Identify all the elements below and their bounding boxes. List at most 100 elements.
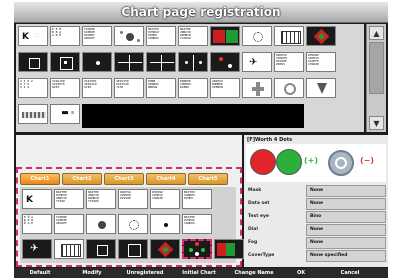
v-line (129, 55, 130, 71)
chart-thumb-dots-cluster[interactable] (114, 26, 144, 46)
unregistered-button[interactable]: Unregistered (120, 268, 170, 278)
dot-cluster (98, 221, 106, 229)
chart-text: E E Θ B B A A B Θ (52, 27, 62, 37)
chart-thumb-text-8[interactable]: ERRHKE CHKEBV RSENO (178, 78, 208, 98)
chart-text: DHVONZ SZHKVO ACDEFK CHSRZD (308, 53, 319, 66)
chart-thumb-triangle[interactable] (306, 78, 336, 98)
cross-cylinder-tool[interactable]: (+) (−) (304, 148, 384, 178)
red-half (217, 243, 226, 256)
tab-chart2[interactable]: Chart2 (62, 173, 102, 185)
green-dot (189, 248, 193, 252)
attr-value-cover-type[interactable]: None specified (306, 250, 386, 262)
chart-thumb-text-6[interactable]: DHVONZ SZHKVO ACDEFK CHSRZD (306, 52, 336, 72)
tab-chart5[interactable]: Chart5 (188, 173, 228, 185)
chart-thumb-numbers[interactable]: 4 5 8 2 6 3 9 5 2 4 (18, 78, 48, 98)
chart-name: [F]Worth 4 Dots (247, 137, 293, 143)
chart-thumb-target-square-2[interactable] (50, 52, 80, 72)
chart-thumb-text-9[interactable]: GNSEOZ NUMBER OPENEN (210, 78, 240, 98)
chart-thumb-numbers-2[interactable]: 3436190 5293876 8253 (50, 78, 80, 98)
chart-thumb-dots-pattern[interactable] (242, 26, 272, 46)
square-outline (128, 244, 141, 257)
set-thumb-grid-pattern[interactable] (54, 239, 84, 259)
scroll-thumb[interactable] (369, 42, 384, 94)
red-circle (250, 149, 276, 175)
chart-thumb-bird[interactable]: ✈ (242, 52, 272, 72)
dot (185, 61, 188, 64)
red-dot (219, 57, 223, 61)
set-thumb-text-8[interactable]: NKZTHE PVHKOZ SONDKS (182, 214, 212, 234)
set-thumb-k-letters[interactable]: K (22, 189, 52, 209)
chart-text: E Θ A B E B Θ A E (24, 215, 34, 225)
chart-thumb-text-5[interactable]: KNCHSO VZDOKH PZVSHE ZKNVS (274, 52, 304, 72)
set-thumb-center-dot[interactable] (150, 214, 180, 234)
chart-thumb-red-green[interactable] (210, 26, 240, 46)
ok-button[interactable]: OK (286, 268, 316, 278)
chart-thumb-center-dot[interactable] (82, 52, 112, 72)
attr-value-fog[interactable]: None (306, 237, 386, 249)
grid-lines (61, 244, 81, 257)
set-thumb-worth-4-dots[interactable] (182, 239, 212, 259)
attr-row-dial: Dial None (246, 224, 386, 236)
chart-thumb-diag-dots[interactable] (306, 26, 336, 46)
chart-text: KNCHSO VZDOKH PZVSHE (120, 190, 131, 200)
chart-thumb-numbers-4[interactable]: 4819358 9263548 7236 (114, 78, 144, 98)
attr-row-cover-type: CoverType None specified (246, 250, 386, 262)
chart-thumb-numbers-3[interactable]: 2543981 3826410 6195 (82, 78, 112, 98)
set-thumb-text-7[interactable]: TXPOHE SXPBZE ABCDEF (54, 214, 84, 234)
chart-thumb-k-letters[interactable]: K ... ... (18, 26, 48, 46)
tab-chart3[interactable]: Chart3 (104, 173, 144, 185)
scroll-up-icon[interactable]: ▲ (369, 26, 384, 40)
chart-text: 3436190 5293876 8253 (52, 79, 65, 89)
chart-thumb-cross[interactable] (114, 52, 144, 72)
attr-value-test-eye[interactable]: Bino (306, 211, 386, 223)
modify-button[interactable]: Modify (72, 268, 112, 278)
set-thumb-dots-cluster[interactable] (86, 214, 116, 234)
chart-thumb-text-7[interactable]: DHRB .. ZKRNHV MRDSN (146, 78, 176, 98)
chart-text: TXPOHE SXPBZE PAOENT ABCDEF (84, 27, 95, 40)
set-thumb-bird[interactable]: ✈ (22, 239, 52, 259)
dot (137, 39, 140, 42)
grid-scrollbar[interactable]: ▲ ▼ (366, 24, 386, 132)
set-thumb-text-4[interactable]: DHVONZ SZHKVO CHSRZD (150, 189, 180, 209)
chart-thumb-text-1[interactable]: E E Θ B B A A B Θ (50, 26, 80, 46)
chart-thumb-ring-dots[interactable] (274, 78, 304, 98)
chart-thumb-contrast[interactable]: ■■ ≡ (50, 104, 80, 124)
set-thumb-diag-dots[interactable] (150, 239, 180, 259)
set-thumb-target-square-2[interactable] (118, 239, 148, 259)
attr-row-mask: Mask None (246, 185, 386, 197)
chart-thumb-wave[interactable] (18, 104, 48, 124)
chart-thumb-cross-2[interactable] (146, 52, 176, 72)
chart-thumb-text-4[interactable]: NKZTHE ZNRCVD DRHNCB TSZVDK (178, 26, 208, 46)
set-thumb-text-2[interactable]: NKZTHE ZNRCVD DRHNCB TSZVDK (86, 189, 116, 209)
chart-thumb-dots-row[interactable] (178, 52, 208, 72)
grid-empty-area (82, 104, 304, 128)
attr-value-dial[interactable]: None (306, 224, 386, 236)
set-thumb-text-3[interactable]: KNCHSO VZDOKH PZVSHE (118, 189, 148, 209)
set-thumb-red-green[interactable] (214, 239, 244, 259)
set-thumb-target-square[interactable] (86, 239, 116, 259)
set-thumb-text-1[interactable]: NKZTHE PVHKOZ ZNRCVD TSZVD (54, 189, 84, 209)
app-screen: Chart page registration K ... ... E E Θ B… (14, 2, 388, 278)
set-thumb-text-5[interactable]: NKZTHX SONDKS PVHKO (182, 189, 212, 209)
cancel-button[interactable]: Cancel (330, 268, 370, 278)
chart-text: TXPOHE SXPBZE ABCDEF (56, 215, 67, 225)
tab-chart1[interactable]: Chart1 (20, 173, 60, 185)
chart-thumb-white-cross[interactable] (242, 78, 272, 98)
chart-tabs: Chart1 Chart2 Chart3 Chart4 Chart5 (20, 173, 236, 185)
default-button[interactable]: Default (18, 268, 62, 278)
attr-label: Test eye (248, 214, 269, 219)
chart-thumb-text-3[interactable]: NKZTHX PVHKOZ PVHKO SONDKS (146, 26, 176, 46)
change-name-button[interactable]: Change Name (228, 268, 280, 278)
set-thumb-dots-pattern[interactable] (118, 214, 148, 234)
attr-value-mask[interactable]: None (306, 185, 386, 197)
chart-thumb-grid-pattern[interactable] (274, 26, 304, 46)
chart-thumb-target-square[interactable] (18, 52, 48, 72)
set-thumb-text-6[interactable]: E Θ A B E B Θ A E (22, 214, 52, 234)
tab-chart4[interactable]: Chart4 (146, 173, 186, 185)
attr-label: Fog (248, 240, 258, 245)
initial-chart-button[interactable]: Initial Chart (174, 268, 224, 278)
chart-thumb-text-2[interactable]: TXPOHE SXPBZE PAOENT ABCDEF (82, 26, 112, 46)
chart-thumb-red-cross[interactable] (210, 52, 240, 72)
attr-value-data-set[interactable]: None (306, 198, 386, 210)
scroll-down-icon[interactable]: ▼ (369, 116, 384, 130)
